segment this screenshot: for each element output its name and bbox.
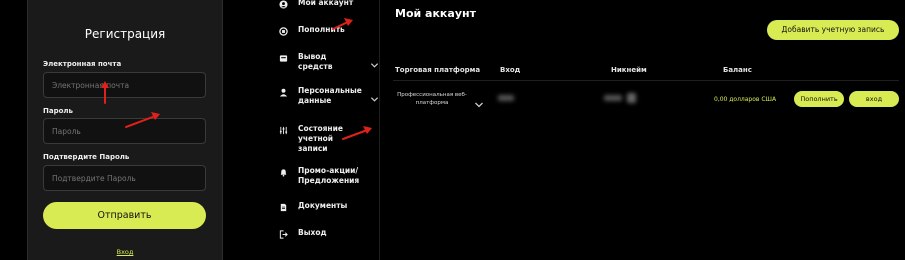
sidebar-item-logout[interactable]: Выход [278,228,378,239]
divider [393,80,899,81]
submit-button[interactable]: Отправить [43,202,206,229]
sidebar-item-withdraw[interactable]: Вывод средств [278,52,379,72]
account-sidebar: Мой аккаунт Пополнить Вывод средств Перс… [270,0,380,260]
sidebar-item-label: Мой аккаунт [298,0,354,7]
confirm-password-field[interactable] [43,165,206,191]
sidebar-item-promotions[interactable]: Промо-акции/ Предложения [278,166,378,186]
sidebar-item-label: Документы [298,201,348,210]
chevron-down-icon[interactable] [474,94,484,113]
registration-panel: Регистрация Электронная почта Пароль Под… [27,0,223,260]
sidebar-item-personal-data[interactable]: Персональные данные [278,86,379,106]
sidebar-item-label: Состояние учетной записи [298,124,343,153]
user-icon [278,87,288,97]
bell-icon [278,167,288,177]
chevron-down-icon[interactable] [370,55,379,68]
balance-value: 0,00 долларов США [714,96,777,103]
confirm-password-label: Подтвердите Пароль [43,153,130,161]
withdraw-icon [278,53,288,63]
sidebar-item-label: Вывод средств [298,52,333,71]
email-label: Электронная почта [43,60,122,68]
deposit-button[interactable]: Пополнить [794,91,844,107]
password-label: Пароль [43,107,73,115]
login-link[interactable]: Вход [28,248,222,256]
sidebar-item-deposit[interactable]: Пополнить [278,25,378,36]
email-field[interactable] [43,72,206,98]
sliders-icon [278,125,288,135]
user-circle-icon [278,0,288,9]
platform-select[interactable]: Профессиональная веб-платформа [397,91,467,107]
sidebar-item-label: Промо-акции/ Предложения [298,166,360,185]
deposit-icon [278,26,288,36]
sidebar-item-account-status[interactable]: Состояние учетной записи [278,124,378,154]
sidebar-item-label: Персональные данные [298,86,362,105]
sidebar-item-my-account[interactable]: Мой аккаунт [278,0,378,9]
page-title: Мой аккаунт [395,7,476,20]
column-header-login: Вход [500,66,521,74]
sidebar-item-label: Выход [298,228,327,237]
add-account-button[interactable]: Добавить учетную запись [767,20,899,40]
chevron-down-icon[interactable] [370,89,379,102]
column-header-balance: Баланс [723,66,752,74]
sidebar-item-label: Пополнить [298,25,345,34]
login-value-blurred [498,95,514,101]
nickname-value-blurred [604,95,622,101]
sidebar-item-documents[interactable]: Документы [278,201,378,212]
login-button[interactable]: вход [849,91,899,107]
column-header-platform: Торговая платформа [395,66,481,74]
document-icon [278,202,288,212]
logout-icon [278,229,288,239]
registration-title: Регистрация [84,27,166,41]
column-header-nickname: Никнейм [611,66,647,74]
password-field[interactable] [43,118,206,144]
copy-icon[interactable] [627,93,636,103]
